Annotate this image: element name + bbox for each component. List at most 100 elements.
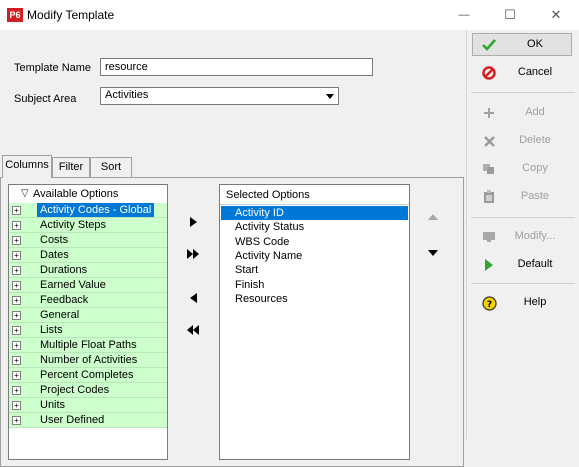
list-item[interactable]: WBS Code [221,235,408,249]
help-button[interactable]: ? Help [472,291,572,314]
template-editor-pane: Template Name resource Subject Area Acti… [0,30,466,467]
tree-item[interactable]: + Number of Activities [9,353,167,368]
tree-item-label: Multiple Float Paths [40,339,137,351]
available-options-tree[interactable]: ▽ Available Options + Activity Codes - Gl… [8,184,168,460]
tree-item[interactable]: + Costs [9,233,167,248]
tree-item-label: Number of Activities [40,354,138,366]
expand-icon[interactable]: + [12,266,21,275]
move-all-left-button[interactable] [178,318,208,342]
collapse-icon[interactable]: ▽ [21,188,29,199]
dropdown-arrow-icon[interactable] [322,88,338,104]
expand-icon[interactable]: + [12,356,21,365]
arrow-left-icon [189,293,197,303]
subject-area-select[interactable]: Activities [100,87,339,105]
copy-icon [481,161,497,177]
arrow-right-icon [189,217,197,227]
tree-item[interactable]: + User Defined [9,413,167,428]
tree-item[interactable]: + Activity Codes - Global [9,203,167,218]
tree-item-label: Feedback [40,294,89,306]
expand-icon[interactable]: + [12,296,21,305]
available-options-header[interactable]: ▽ Available Options [9,187,167,202]
modify-label: Modify... [514,230,556,242]
default-label: Default [517,258,553,270]
tree-item-label: Activity Steps [40,219,107,231]
svg-text:?: ? [486,300,491,310]
action-button-pane: OK Cancel Add Delete Copy Paste Modify..… [466,30,579,439]
subject-area-value: Activities [105,89,149,101]
selected-options-list[interactable]: Selected Options Activity ID Activity Sta… [219,184,410,460]
tree-item[interactable]: + Durations [9,263,167,278]
selected-options-header: Selected Options [220,185,409,205]
tab-columns[interactable]: Columns [2,155,52,178]
arrow-down-icon [428,250,438,256]
tree-item[interactable]: + Percent Completes [9,368,167,383]
list-item[interactable]: Activity Status [221,220,408,234]
list-item[interactable]: Activity Name [221,249,408,263]
add-label: Add [525,106,545,118]
expand-icon[interactable]: + [12,281,21,290]
clipboard-icon [481,189,497,205]
expand-icon[interactable]: + [12,311,21,320]
expand-icon[interactable]: + [12,401,21,410]
separator [471,283,575,284]
tree-item-label: Costs [40,234,69,246]
list-item[interactable]: Activity ID [221,206,408,220]
green-triangle-icon [481,257,497,273]
minimize-button[interactable]: — [441,0,487,30]
copy-button[interactable]: Copy [472,157,572,180]
close-button[interactable]: ✕ [533,0,579,30]
tab-sort[interactable]: Sort [90,157,132,177]
expand-icon[interactable]: + [12,371,21,380]
move-down-button[interactable] [418,241,448,265]
move-left-button[interactable] [178,286,208,310]
move-right-button[interactable] [178,210,208,234]
tree-item[interactable]: + General [9,308,167,323]
tree-item[interactable]: + Activity Steps [9,218,167,233]
expand-icon[interactable]: + [12,416,21,425]
tree-item[interactable]: + Project Codes [9,383,167,398]
maximize-icon: ☐ [504,7,516,22]
list-item[interactable]: Start [221,263,408,277]
list-item[interactable]: Resources [221,292,408,306]
help-question-icon: ? [481,295,497,311]
separator [471,217,575,218]
app-icon: P6 [7,8,23,22]
expand-icon[interactable]: + [12,251,21,260]
template-name-input[interactable]: resource [100,58,373,76]
close-icon: ✕ [550,7,562,22]
copy-label: Copy [522,162,548,174]
tree-item[interactable]: + Multiple Float Paths [9,338,167,353]
maximize-button[interactable]: ☐ [487,0,533,30]
tab-filter[interactable]: Filter [52,157,90,177]
tree-item[interactable]: + Feedback [9,293,167,308]
expand-icon[interactable]: + [12,206,21,215]
tree-item[interactable]: + Earned Value [9,278,167,293]
move-all-right-button[interactable] [178,242,208,266]
expand-icon[interactable]: + [12,221,21,230]
ok-button[interactable]: OK [472,33,572,56]
tree-item-label: Units [40,399,66,411]
default-button[interactable]: Default [472,253,572,276]
tree-item-label: Dates [40,249,69,261]
separator [471,92,575,93]
move-up-button[interactable] [418,205,448,229]
add-button[interactable]: Add [472,101,572,124]
tree-item[interactable]: + Dates [9,248,167,263]
expand-icon[interactable]: + [12,386,21,395]
expand-icon[interactable]: + [12,341,21,350]
list-item[interactable]: Finish [221,278,408,292]
paste-button[interactable]: Paste [472,185,572,208]
tree-item[interactable]: + Units [9,398,167,413]
delete-button[interactable]: Delete [472,129,572,152]
tree-item[interactable]: + Lists [9,323,167,338]
tree-item-label: Project Codes [40,384,110,396]
cancel-button[interactable]: Cancel [472,61,572,84]
expand-icon[interactable]: + [12,326,21,335]
plus-icon [481,105,497,121]
template-name-label: Template Name [14,62,92,74]
tree-item-label: Activity Codes - Global [37,203,155,217]
expand-icon[interactable]: + [12,236,21,245]
modify-button[interactable]: Modify... [472,225,572,248]
green-check-icon [481,37,497,53]
minimize-icon: — [458,9,470,21]
